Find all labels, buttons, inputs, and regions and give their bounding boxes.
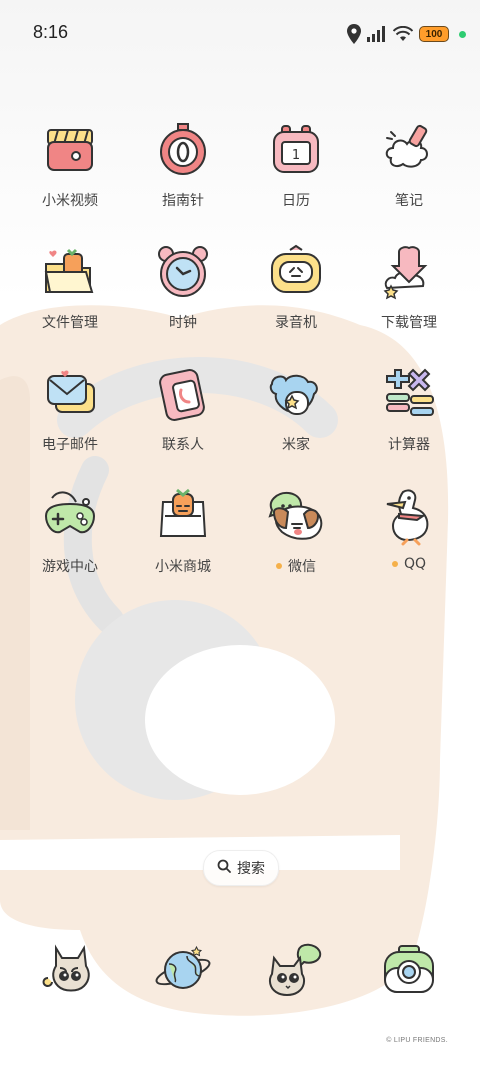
- app-label: 日历: [282, 193, 310, 209]
- app-label: QQ: [403, 556, 427, 572]
- camera-indicator-dot: [459, 30, 466, 38]
- phone-icon: [38, 938, 102, 1002]
- search-icon: [217, 859, 231, 877]
- app-mi-home[interactable]: 米家: [240, 362, 352, 454]
- app-label: 指南针: [162, 193, 204, 209]
- wechat-icon: [264, 484, 328, 548]
- app-clock[interactable]: 时钟: [127, 240, 239, 332]
- app-contacts[interactable]: 联系人: [127, 362, 239, 454]
- app-recorder[interactable]: 录音机: [240, 240, 352, 332]
- app-label: 微信: [288, 559, 316, 575]
- status-bar: 8:16 100: [0, 0, 480, 68]
- app-email[interactable]: 电子邮件: [14, 362, 126, 454]
- status-time: 8:16: [33, 22, 69, 42]
- signal-icon: [367, 26, 387, 42]
- mi-store-icon: [151, 484, 215, 548]
- app-label: 电子邮件: [42, 437, 98, 453]
- app-mi-video[interactable]: 小米视频: [14, 118, 126, 210]
- search-label: 搜索: [237, 861, 265, 877]
- compass-icon: [151, 118, 215, 182]
- copyright-text: © LIPU FRIENDS.: [386, 1037, 448, 1044]
- game-center-icon: [38, 484, 102, 548]
- browser-icon: [151, 938, 215, 1002]
- mi-home-icon: [264, 362, 328, 426]
- location-icon: [347, 24, 361, 44]
- app-label: 游戏中心: [42, 559, 98, 575]
- file-manager-icon: [38, 240, 102, 304]
- app-label: 计算器: [388, 437, 430, 453]
- app-label: 笔记: [395, 193, 423, 209]
- app-compass[interactable]: 指南针: [127, 118, 239, 210]
- app-downloads[interactable]: 下载管理: [353, 240, 465, 332]
- app-game-center[interactable]: 游戏中心: [14, 484, 126, 576]
- downloads-icon: [377, 240, 441, 304]
- app-mi-store[interactable]: 小米商城: [127, 484, 239, 576]
- calculator-icon: [377, 362, 441, 426]
- app-label: 文件管理: [42, 315, 98, 331]
- dock-camera[interactable]: [353, 938, 465, 1002]
- recorder-icon: [264, 240, 328, 304]
- wifi-icon: [393, 26, 413, 42]
- app-label: 下载管理: [381, 315, 437, 331]
- dock-phone[interactable]: [14, 938, 126, 1002]
- calendar-icon: 1: [264, 118, 328, 182]
- notification-dot: [276, 563, 282, 569]
- dock-messages[interactable]: [240, 938, 352, 1002]
- search-button[interactable]: 搜索: [203, 850, 279, 886]
- camera-icon: [377, 938, 441, 1002]
- svg-text:1: 1: [292, 148, 300, 163]
- app-label: 联系人: [162, 437, 204, 453]
- app-label: 小米视频: [42, 193, 98, 209]
- battery-icon: 100: [419, 26, 449, 42]
- dock: [14, 938, 466, 1008]
- qq-icon: [377, 484, 441, 548]
- app-calendar[interactable]: 1 日历: [240, 118, 352, 210]
- notification-dot: [391, 561, 398, 567]
- video-icon: [38, 118, 102, 182]
- app-wechat[interactable]: 微信: [240, 484, 352, 576]
- app-qq[interactable]: QQ: [353, 484, 465, 572]
- dock-browser[interactable]: [127, 938, 239, 1002]
- app-file-manager[interactable]: 文件管理: [14, 240, 126, 332]
- app-notes[interactable]: 笔记: [353, 118, 465, 210]
- app-label: 米家: [282, 437, 310, 453]
- clock-icon: [151, 240, 215, 304]
- notes-icon: [377, 118, 441, 182]
- app-label: 时钟: [169, 315, 197, 331]
- app-label: 小米商城: [155, 559, 211, 575]
- contacts-icon: [151, 362, 215, 426]
- app-label: 录音机: [275, 315, 317, 331]
- email-icon: [38, 362, 102, 426]
- app-calculator[interactable]: 计算器: [353, 362, 465, 454]
- messages-icon: [264, 938, 328, 1002]
